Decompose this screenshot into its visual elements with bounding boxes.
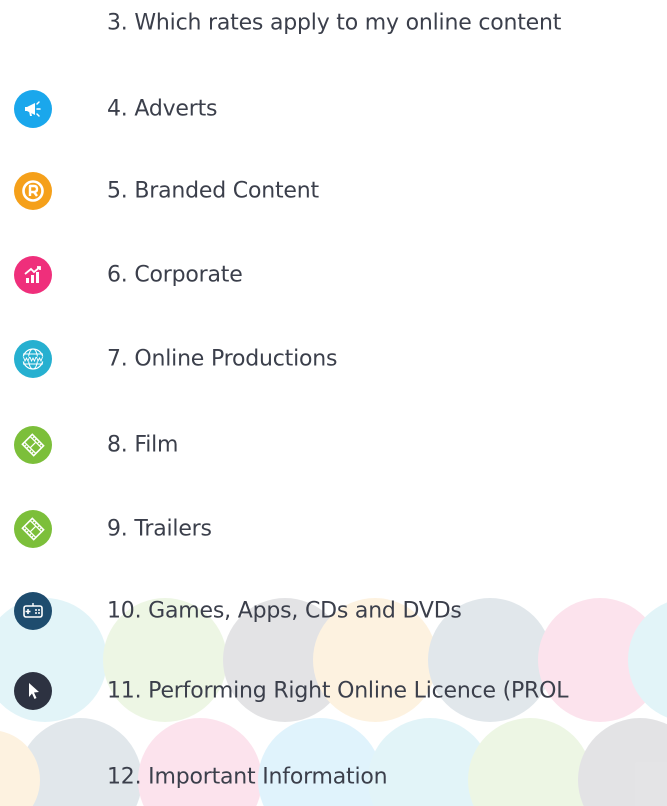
toc-item-branded-content[interactable]: 5. Branded Content (0, 166, 667, 216)
chart-growth-icon (14, 256, 52, 294)
toc-item-games-apps[interactable]: 10. Games, Apps, CDs and DVDs (0, 586, 667, 636)
toc-item-adverts[interactable]: 4. Adverts (0, 84, 667, 134)
toc-item-label: 8. Film (107, 432, 179, 458)
toc-item-corporate[interactable]: 6. Corporate (0, 250, 667, 300)
toc-item-label: 3. Which rates apply to my online conten… (107, 10, 562, 36)
toc-item-important-information[interactable]: 12. Important Information (0, 752, 667, 802)
toc-item-which-rates[interactable]: 3. Which rates apply to my online conten… (0, 0, 667, 48)
toc-item-prol[interactable]: 11. Performing Right Online Licence (PRO… (0, 666, 667, 716)
megaphone-icon (14, 90, 52, 128)
cursor-arrow-icon (14, 672, 52, 710)
toc-item-label: 9. Trailers (107, 516, 212, 542)
www-globe-icon (14, 340, 52, 378)
registered-icon (14, 172, 52, 210)
toc-item-label: 6. Corporate (107, 262, 243, 288)
toc-item-film[interactable]: 8. Film (0, 420, 667, 470)
film-strip-icon (14, 426, 52, 464)
toc-item-online-productions[interactable]: 7. Online Productions (0, 334, 667, 384)
film-strip-icon (14, 510, 52, 548)
toc-item-trailers[interactable]: 9. Trailers (0, 504, 667, 554)
gamepad-icon (14, 592, 52, 630)
toc-item-label: 12. Important Information (107, 764, 388, 790)
toc-item-label: 4. Adverts (107, 96, 218, 122)
toc-item-label: 7. Online Productions (107, 346, 338, 372)
toc-item-label: 11. Performing Right Online Licence (PRO… (107, 678, 569, 704)
toc-item-label: 10. Games, Apps, CDs and DVDs (107, 598, 462, 624)
table-of-contents: 3. Which rates apply to my online conten… (0, 0, 667, 806)
toc-item-label: 5. Branded Content (107, 178, 319, 204)
